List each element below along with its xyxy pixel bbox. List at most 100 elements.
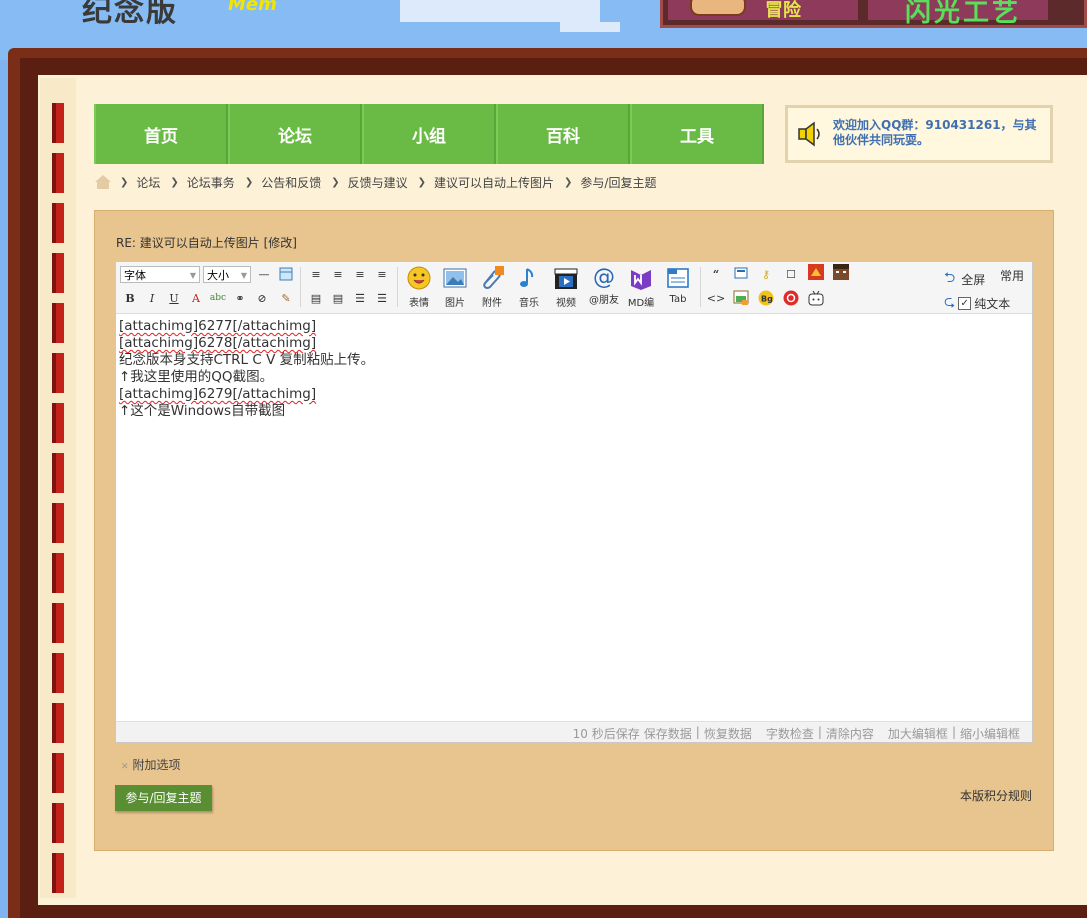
sign-text-left: 冒险: [765, 0, 801, 21]
content-text: [attachimg]6279[/attachimg]: [119, 386, 317, 402]
breadcrumb-item[interactable]: 论坛事务: [187, 174, 235, 191]
stitch: [52, 553, 64, 593]
status-divider: |: [695, 725, 700, 739]
markdown-icon: [631, 270, 651, 290]
svg-text:Bg: Bg: [761, 295, 773, 304]
markdown-button[interactable]: MD编: [622, 266, 660, 309]
link-icon[interactable]: ⚭: [231, 289, 249, 307]
expand-icon: ✕: [121, 762, 129, 772]
stitch: [52, 103, 64, 143]
forward-arrow-icon: ⮎: [944, 294, 956, 310]
font-color-icon[interactable]: A: [187, 289, 205, 307]
tab-icon: [667, 268, 689, 288]
free-icon[interactable]: [732, 265, 750, 283]
format-brush-icon[interactable]: ✎: [277, 289, 295, 307]
stitch: [52, 203, 64, 243]
stitch: [52, 653, 64, 693]
plaintext-checkbox[interactable]: ✓: [958, 296, 972, 310]
cloud: [400, 0, 600, 22]
align-right-icon[interactable]: ≡: [351, 265, 369, 283]
bilibili-icon[interactable]: [807, 289, 825, 307]
nav-tools[interactable]: 工具: [630, 104, 764, 164]
breadcrumb: ❯ 论坛 ❯ 论坛事务 ❯ 公告和反馈 ❯ 反馈与建议 ❯ 建议可以自动上传图片…: [94, 172, 666, 192]
clear-content-link[interactable]: 清除内容: [826, 725, 874, 742]
nav-forum[interactable]: 论坛: [228, 104, 362, 164]
unordered-list-icon[interactable]: ☰: [373, 289, 391, 307]
nav-group[interactable]: 小组: [362, 104, 496, 164]
stitch: [52, 453, 64, 493]
music-label: 音乐: [519, 298, 539, 309]
speaker-icon: [798, 121, 820, 147]
home-icon[interactable]: [94, 174, 112, 190]
nav-home[interactable]: 首页: [94, 104, 228, 164]
align-justify-icon[interactable]: ≡: [373, 265, 391, 283]
align-center-icon[interactable]: ≡: [329, 265, 347, 283]
enlarge-editor-link[interactable]: 加大编辑框: [888, 725, 948, 742]
reply-title: RE: 建议可以自动上传图片 [修改]: [116, 236, 297, 250]
steve-icon[interactable]: [832, 263, 850, 281]
fullscreen-button[interactable]: ⮌ 全屏: [944, 267, 985, 291]
image-text-icon[interactable]: [732, 289, 750, 307]
bg-music-icon[interactable]: Bg: [757, 289, 775, 307]
underline-icon[interactable]: U: [165, 289, 183, 307]
toolbar-divider: [700, 267, 701, 307]
content-text: [attachimg]6277[/attachimg]: [119, 318, 317, 334]
cloud: [560, 22, 620, 32]
nav-wiki[interactable]: 百科: [496, 104, 630, 164]
breadcrumb-item[interactable]: 公告和反馈: [261, 174, 321, 191]
size-select[interactable]: 大小 ▼: [203, 266, 251, 283]
toolbar-divider: [300, 267, 301, 307]
paperclip-icon: [483, 266, 504, 289]
at-friend-label: @朋友: [589, 295, 619, 306]
code-icon[interactable]: <>: [707, 289, 725, 307]
video-button[interactable]: 视频: [547, 266, 585, 309]
site-logo[interactable]: 纪念版: [82, 0, 178, 30]
common-button[interactable]: 常用: [1000, 267, 1024, 284]
content-line: [attachimg]6279[/attachimg]: [119, 386, 1019, 403]
unlink-icon[interactable]: ⊘: [253, 289, 271, 307]
stitch: [52, 353, 64, 393]
plaintext-label: 纯文本: [974, 296, 1011, 311]
ordered-list-icon[interactable]: ☰: [351, 289, 369, 307]
editor-textarea[interactable]: [attachimg]6277[/attachimg] [attachimg]6…: [119, 318, 1019, 420]
image-label: 图片: [445, 298, 465, 309]
bold-icon[interactable]: B: [121, 289, 139, 307]
fullscreen-label: 全屏: [961, 272, 986, 287]
bg-color-icon[interactable]: abc: [209, 289, 227, 307]
extra-options-toggle[interactable]: ✕ 附加选项: [121, 756, 181, 773]
attach-button[interactable]: 附件: [473, 266, 511, 309]
save-data-link[interactable]: 保存数据: [644, 725, 692, 742]
editor-statusbar: 10 秒后保存 保存数据 | 恢复数据 字数检查 | 清除内容 加大编辑框 | …: [116, 721, 1032, 742]
at-friend-button[interactable]: @ @朋友: [585, 266, 623, 307]
table-icon[interactable]: [277, 265, 295, 283]
netease-icon[interactable]: [782, 289, 800, 307]
breadcrumb-item[interactable]: 论坛: [136, 174, 160, 191]
align-left-icon[interactable]: ≡: [307, 265, 325, 283]
float-left-icon[interactable]: ▤: [307, 289, 325, 307]
breadcrumb-item[interactable]: 建议可以自动上传图片: [434, 174, 554, 191]
video-label: 视频: [556, 298, 576, 309]
edit-icon[interactable]: ☐: [782, 265, 800, 283]
game-icon[interactable]: [807, 263, 825, 281]
image-button[interactable]: 图片: [436, 266, 474, 309]
music-button[interactable]: 音乐: [510, 266, 548, 309]
font-select[interactable]: 字体 ▼: [120, 266, 200, 283]
tab-button[interactable]: Tab: [659, 266, 697, 305]
attach-label: 附件: [482, 298, 502, 309]
plaintext-toggle[interactable]: ⮎ ✓ 纯文本: [944, 291, 1010, 315]
word-count-link[interactable]: 字数检查: [766, 725, 814, 742]
site-logo-sub: Mem: [228, 0, 277, 15]
shrink-editor-link[interactable]: 缩小编辑框: [960, 725, 1020, 742]
float-right-icon[interactable]: ▤: [329, 289, 347, 307]
restore-data-link[interactable]: 恢复数据: [704, 725, 752, 742]
breadcrumb-item[interactable]: 反馈与建议: [348, 174, 408, 191]
size-select-value: 大小: [207, 269, 229, 282]
stitch: [52, 803, 64, 843]
credit-rules-link[interactable]: 本版积分规则: [960, 787, 1032, 804]
key-icon[interactable]: ⚷: [757, 265, 775, 283]
quote-icon[interactable]: “: [707, 265, 725, 283]
emoji-button[interactable]: 表情: [400, 266, 438, 309]
hr-icon[interactable]: —: [255, 265, 273, 283]
italic-icon[interactable]: I: [143, 289, 161, 307]
submit-reply-button[interactable]: 参与/回复主题: [115, 785, 212, 811]
